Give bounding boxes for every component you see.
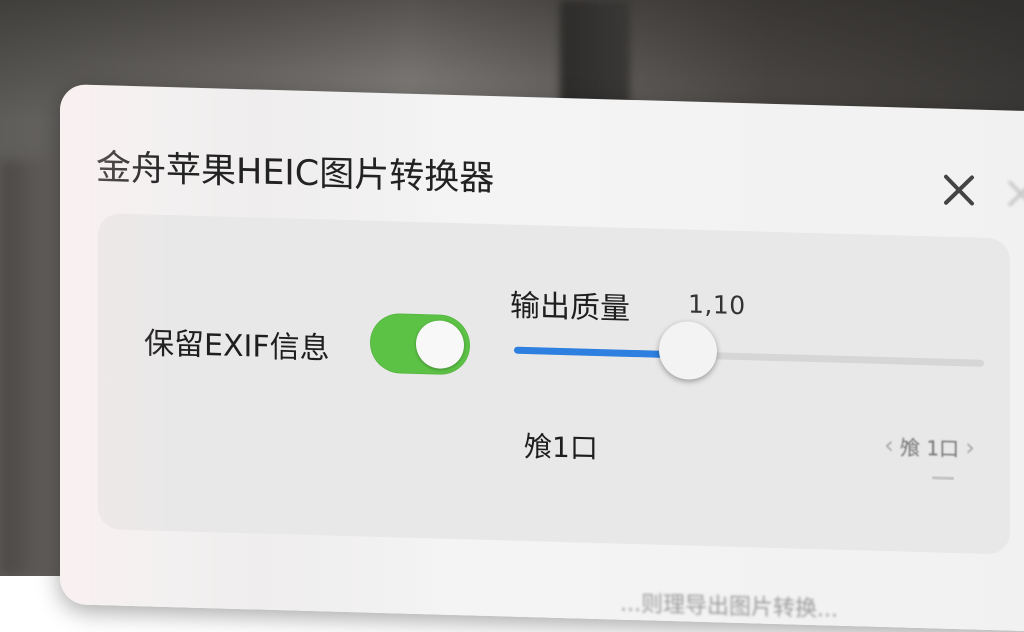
format-label: 飧1口: [524, 429, 598, 466]
close-icon-ghost: [1004, 176, 1024, 211]
background-pole: [560, 0, 630, 110]
close-button[interactable]: [940, 171, 978, 210]
value-stepper[interactable]: ‹ 飧 1口 ›: [882, 425, 992, 468]
stepper-value: 飧 1口: [900, 434, 960, 461]
footer-hint: ...则理导出图片转换...: [620, 591, 838, 623]
app-window: 金舟苹果HEIC图片转换器 保留EXIF信息 输出质量 1,10 飧1口 ‹ 飧…: [60, 84, 1024, 632]
toggle-knob: [416, 319, 464, 370]
slider-thumb[interactable]: [658, 320, 717, 381]
close-icon: [944, 174, 974, 206]
settings-panel: 保留EXIF信息 输出质量 1,10 飧1口 ‹ 飧 1口 ›: [98, 213, 1010, 555]
window-title: 金舟苹果HEIC图片转换器: [96, 148, 495, 200]
exif-label: 保留EXIF信息: [144, 326, 330, 367]
chevron-right-icon[interactable]: ›: [963, 433, 977, 461]
exif-toggle[interactable]: [370, 312, 470, 376]
quality-slider[interactable]: [514, 320, 984, 384]
quality-value: 1,10: [688, 289, 746, 321]
stepper-underline: [932, 476, 954, 480]
chevron-left-icon[interactable]: ‹: [882, 431, 896, 459]
quality-label: 输出质量: [510, 288, 630, 327]
